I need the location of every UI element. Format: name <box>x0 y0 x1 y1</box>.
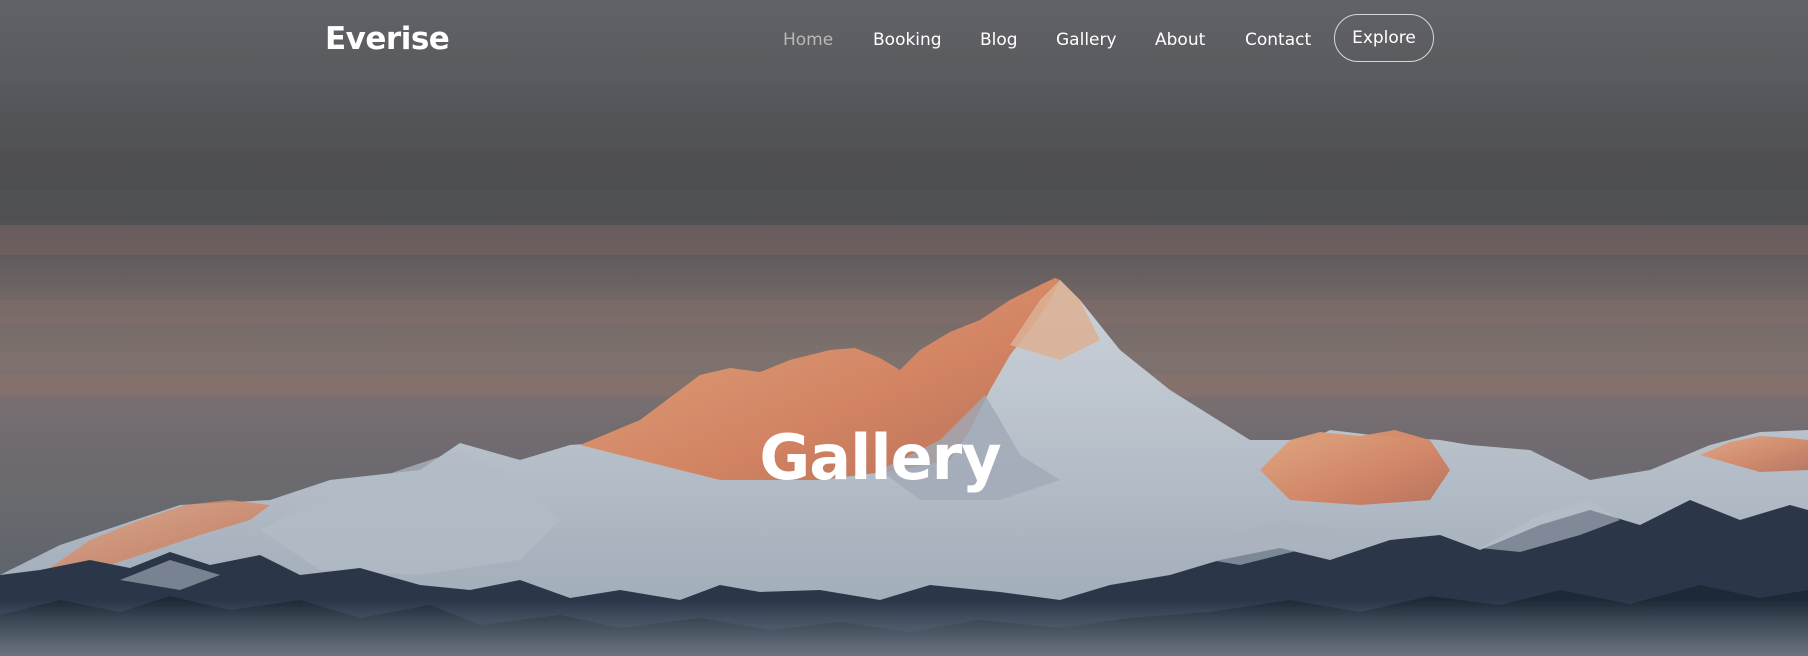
nav-link-booking[interactable]: Booking <box>873 25 942 55</box>
hero-section: Everise Home Booking Blog Gallery About … <box>0 0 1808 656</box>
page-title: Gallery <box>759 421 1001 494</box>
mountain-background-image <box>0 0 1808 656</box>
top-navbar: Everise Home Booking Blog Gallery About … <box>0 0 1808 80</box>
nav-link-about[interactable]: About <box>1155 25 1205 55</box>
explore-button[interactable]: Explore <box>1334 14 1434 62</box>
nav-menu: Home Booking Blog Gallery About Contact <box>0 25 1808 55</box>
nav-link-contact[interactable]: Contact <box>1245 25 1311 55</box>
nav-link-blog[interactable]: Blog <box>980 25 1018 55</box>
nav-link-gallery[interactable]: Gallery <box>1056 25 1117 55</box>
nav-link-home[interactable]: Home <box>783 25 833 55</box>
